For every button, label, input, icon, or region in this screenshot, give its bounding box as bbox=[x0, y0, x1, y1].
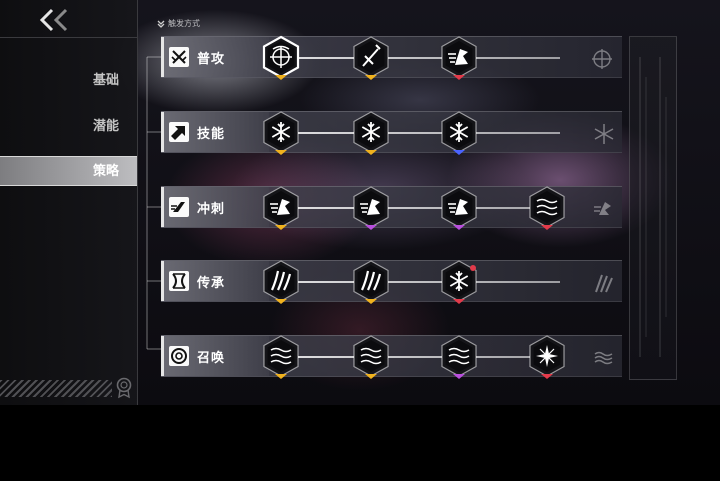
strategy-node[interactable] bbox=[260, 35, 302, 81]
wind-waves-icon bbox=[353, 335, 389, 379]
tier-marker bbox=[275, 299, 287, 304]
claw-slash-icon bbox=[263, 260, 299, 304]
row-header[interactable]: 传承 bbox=[161, 261, 269, 301]
dash-burst-icon bbox=[353, 186, 389, 230]
sidebar: 基础 潜能 策略 bbox=[0, 0, 138, 405]
wind-waves-icon bbox=[594, 351, 613, 365]
tier-marker bbox=[453, 75, 465, 80]
tier-marker bbox=[453, 150, 465, 155]
snowflake-icon bbox=[263, 111, 299, 155]
strategy-node[interactable] bbox=[526, 185, 568, 231]
strategy-node[interactable] bbox=[438, 334, 480, 380]
tier-marker bbox=[541, 225, 553, 230]
strategy-node[interactable] bbox=[350, 35, 392, 81]
connector-line bbox=[281, 281, 560, 283]
chevron-double-down-icon bbox=[157, 20, 165, 28]
snowflake-icon bbox=[594, 124, 614, 144]
divider bbox=[0, 37, 137, 38]
strategy-node[interactable] bbox=[438, 259, 480, 305]
connector-line bbox=[281, 57, 560, 59]
connector-line bbox=[281, 356, 560, 358]
tier-marker bbox=[453, 225, 465, 230]
dash-burst-icon bbox=[441, 186, 477, 230]
back-button[interactable] bbox=[36, 7, 76, 33]
strategy-node[interactable] bbox=[260, 185, 302, 231]
claw-slash-icon bbox=[353, 260, 389, 304]
row-label: 召唤 bbox=[197, 351, 226, 366]
snowflake-icon bbox=[441, 260, 477, 304]
connector-line bbox=[281, 132, 560, 134]
strategy-node[interactable] bbox=[260, 334, 302, 380]
strategy-node[interactable] bbox=[350, 185, 392, 231]
double-chevron-left-icon bbox=[39, 8, 68, 32]
tier-marker bbox=[275, 150, 287, 155]
strategy-node[interactable] bbox=[350, 259, 392, 305]
medal-icon bbox=[116, 377, 132, 399]
snowflake-icon bbox=[353, 111, 389, 155]
bow-target-icon bbox=[592, 49, 612, 69]
dash-run-icon bbox=[169, 197, 189, 217]
dash-burst-icon bbox=[441, 36, 477, 80]
wind-waves-icon bbox=[441, 335, 477, 379]
decorative-stripes bbox=[0, 380, 112, 397]
strategy-node[interactable] bbox=[350, 334, 392, 380]
star-snowflake-icon bbox=[529, 335, 565, 379]
wind-waves-icon bbox=[263, 335, 299, 379]
sidebar-item-strategy[interactable]: 策略 bbox=[0, 156, 137, 186]
side-decoration-panel bbox=[629, 36, 677, 380]
row-label: 传承 bbox=[197, 276, 226, 291]
tier-marker bbox=[365, 374, 377, 379]
claw-slash-icon bbox=[595, 274, 613, 293]
strategy-node[interactable] bbox=[350, 110, 392, 156]
strategy-node[interactable] bbox=[260, 110, 302, 156]
hourglass-icon bbox=[169, 271, 189, 291]
tier-marker bbox=[453, 374, 465, 379]
dash-burst-icon bbox=[263, 186, 299, 230]
strategy-node[interactable] bbox=[526, 334, 568, 380]
row-label: 技能 bbox=[197, 127, 226, 142]
trigger-mode-header[interactable]: 触发方式 bbox=[157, 18, 200, 29]
arrow-up-right-icon bbox=[169, 122, 189, 142]
trigger-mode-label: 触发方式 bbox=[168, 19, 200, 28]
new-flag-dot bbox=[470, 265, 476, 271]
row-connector-bracket bbox=[146, 56, 161, 350]
connector-line bbox=[281, 207, 560, 209]
bow-target-icon bbox=[262, 35, 300, 80]
tier-marker bbox=[365, 299, 377, 304]
dash-burst-icon bbox=[594, 202, 611, 215]
row-header[interactable]: 冲刺 bbox=[161, 187, 269, 227]
wind-waves-icon bbox=[529, 186, 565, 230]
row-header[interactable]: 技能 bbox=[161, 112, 269, 152]
tier-marker bbox=[365, 75, 377, 80]
tier-marker bbox=[541, 374, 553, 379]
tier-marker bbox=[275, 374, 287, 379]
strategy-node[interactable] bbox=[438, 185, 480, 231]
strategy-node[interactable] bbox=[438, 110, 480, 156]
sword-strike-icon bbox=[353, 36, 389, 80]
row-header[interactable]: 普攻 bbox=[161, 37, 269, 77]
strategy-node[interactable] bbox=[260, 259, 302, 305]
row-label: 冲刺 bbox=[197, 202, 226, 217]
snowflake-icon bbox=[441, 111, 477, 155]
strategy-node[interactable] bbox=[438, 35, 480, 81]
tier-marker bbox=[365, 225, 377, 230]
spiral-summon-icon bbox=[169, 346, 189, 366]
tier-marker bbox=[365, 150, 377, 155]
row-header[interactable]: 召唤 bbox=[161, 336, 269, 376]
tier-marker bbox=[275, 75, 287, 80]
tier-marker bbox=[275, 225, 287, 230]
sidebar-item-basic[interactable]: 基础 bbox=[0, 66, 137, 96]
tier-marker bbox=[453, 299, 465, 304]
crossed-swords-icon bbox=[169, 47, 189, 67]
row-label: 普攻 bbox=[197, 52, 226, 67]
sidebar-item-potential[interactable]: 潜能 bbox=[0, 112, 137, 142]
